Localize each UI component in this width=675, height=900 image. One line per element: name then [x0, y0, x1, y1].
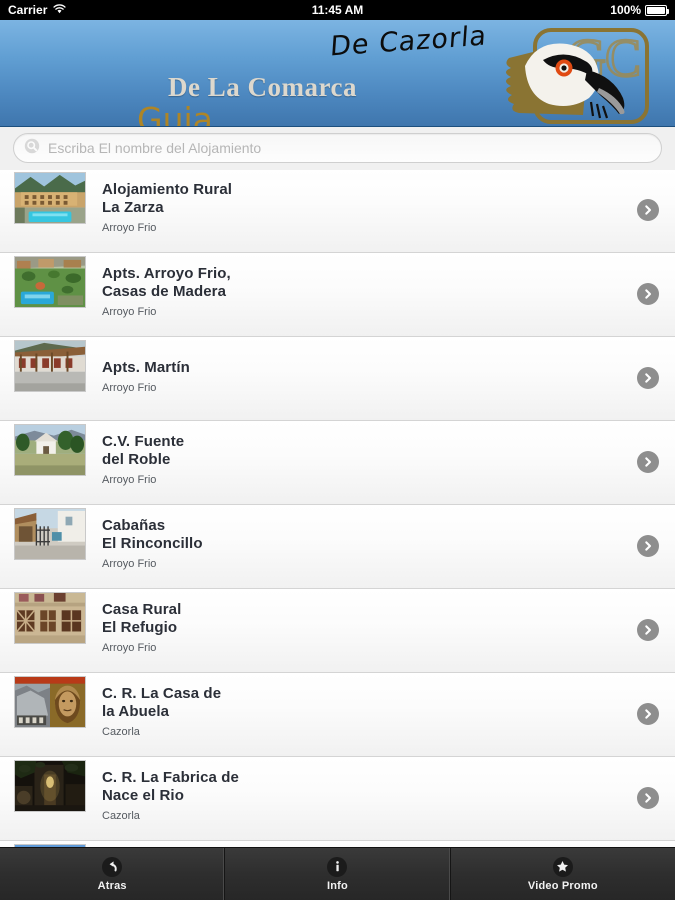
row-thumbnail-image: [14, 676, 86, 728]
row-thumbnail-image: [14, 424, 86, 476]
row-title: la Abuela: [102, 703, 170, 720]
row-subtitle-location: Arroyo Frio: [102, 474, 157, 486]
row-text-block: Apts. Martín Arroyo Frio: [102, 359, 615, 395]
row-text-block: Apts. Arroyo Frio, Casas de Madera Arroyo …: [102, 265, 615, 319]
row-subtitle-location: Arroyo Frio: [102, 306, 157, 318]
row-text-block: Cabañas El Rinconcillo Arroyo Frio: [102, 517, 615, 571]
row-title: C. R. La Casa de: [102, 685, 222, 702]
row-title: Casas de Madera: [102, 283, 227, 300]
row-subtitle-location: Arroyo Frio: [102, 642, 157, 654]
row-thumbnail-image: [14, 508, 86, 560]
row-title: El Rinconcillo: [102, 535, 203, 552]
battery-icon: [645, 4, 669, 16]
search-icon: [24, 138, 40, 159]
row-subtitle-location: Arroyo Frio: [102, 222, 157, 234]
row-title: del Roble: [102, 451, 171, 468]
row-thumbnail-image: [14, 256, 86, 308]
row-text-block: C. R. La Casa de la Abuela Cazorla: [102, 685, 615, 739]
search-placeholder: Escriba El nombre del Alojamiento: [48, 140, 262, 156]
row-text-block: Alojamiento Rural La Zarza Arroyo Frio: [102, 181, 615, 235]
accommodations-scroll-area[interactable]: Alojamiento Rural La Zarza Arroyo Frio Apts…: [0, 168, 675, 848]
row-subtitle-location: Arroyo Frio: [102, 382, 157, 394]
chevron-right-icon[interactable]: [637, 367, 659, 389]
row-title: C. R. La Fabrica de: [102, 769, 239, 786]
row-title: Apts. Arroyo Frio,: [102, 265, 231, 282]
app-header-banner: De Cazorla De La Comarca Guia G C: [0, 20, 675, 127]
table-row[interactable]: Cabañas El Rinconcillo Arroyo Frio: [0, 505, 675, 589]
toolbar-button-video-promo[interactable]: Video Promo: [451, 848, 675, 900]
row-thumbnail-image: [14, 760, 86, 812]
bearded-vulture-logo: G C: [506, 27, 649, 124]
svg-text:C: C: [605, 28, 641, 88]
battery-fill: [647, 6, 665, 14]
toolbar-button-label: Video Promo: [527, 879, 598, 892]
chevron-right-icon[interactable]: [637, 451, 659, 473]
row-text-block: C.V. Fuente del Roble Arroyo Frio: [102, 433, 615, 487]
chevron-right-icon[interactable]: [637, 283, 659, 305]
battery-percent-label: 100%: [610, 3, 641, 17]
chevron-right-icon[interactable]: [637, 703, 659, 725]
row-thumbnail-image: [14, 340, 86, 392]
star-icon: [552, 856, 573, 877]
search-input[interactable]: Escriba El nombre del Alojamiento: [13, 133, 662, 163]
chevron-right-icon[interactable]: [637, 535, 659, 557]
row-thumbnail-image: [14, 592, 86, 644]
header-title-guia: Guia: [137, 100, 213, 127]
status-bar: Carrier 11:45 AM 100%: [0, 0, 675, 20]
accommodations-list: Alojamiento Rural La Zarza Arroyo Frio Apts…: [0, 168, 675, 848]
row-title: C.V. Fuente: [102, 433, 185, 450]
row-title: Alojamiento Rural: [102, 181, 233, 198]
wifi-icon: [53, 3, 66, 17]
status-bar-right: 100%: [363, 3, 675, 17]
row-thumbnail-image: [14, 172, 86, 224]
table-row[interactable]: Casa Rural El Refugio Arroyo Frio: [0, 589, 675, 673]
row-title: Cabañas: [102, 517, 166, 534]
row-title: Nace el Rio: [102, 787, 184, 804]
info-icon: [327, 856, 348, 877]
table-row[interactable]: C.V. Fuente del Roble Arroyo Frio: [0, 421, 675, 505]
chevron-right-icon[interactable]: [637, 787, 659, 809]
table-row[interactable]: Apts. Martín Arroyo Frio: [0, 337, 675, 421]
row-text-block: C. R. La Fabrica de Nace el Rio Cazorla: [102, 769, 615, 823]
carrier-label: Carrier: [8, 3, 48, 17]
app-root: Carrier 11:45 AM 100% De Cazorla De La C…: [0, 0, 675, 900]
chevron-right-icon[interactable]: [637, 199, 659, 221]
toolbar-button-atras[interactable]: Atras: [0, 848, 226, 900]
clock: 11:45 AM: [311, 3, 364, 17]
header-title-de-la-comarca: De La Comarca: [168, 72, 357, 102]
header-title-de-cazorla: De Cazorla: [329, 20, 489, 63]
row-title: El Refugio: [102, 619, 178, 636]
bottom-toolbar: Atras Info Video Promo: [0, 847, 675, 900]
row-subtitle-location: Arroyo Frio: [102, 558, 157, 570]
row-title: Casa Rural: [102, 601, 182, 618]
table-row[interactable]: C. R. La Casa de la Abuela Cazorla: [0, 673, 675, 757]
chevron-right-icon[interactable]: [637, 619, 659, 641]
row-subtitle-location: Cazorla: [102, 726, 140, 738]
toolbar-button-info[interactable]: Info: [225, 848, 451, 900]
toolbar-button-label: Atras: [97, 879, 127, 892]
row-title: La Zarza: [102, 199, 164, 216]
toolbar-button-label: Info: [327, 879, 348, 892]
status-bar-left: Carrier: [0, 3, 312, 17]
table-row[interactable]: Apts. Arroyo Frio, Casas de Madera Arroyo …: [0, 253, 675, 337]
table-row[interactable]: C. R. La Fabrica de Nace el Rio Cazorla: [0, 757, 675, 841]
row-subtitle-location: Cazorla: [102, 810, 140, 822]
back-arrow-icon: [102, 856, 123, 877]
search-bar-container: Escriba El nombre del Alojamiento: [0, 126, 675, 170]
table-row[interactable]: Alojamiento Rural La Zarza Arroyo Frio: [0, 169, 675, 253]
row-text-block: Casa Rural El Refugio Arroyo Frio: [102, 601, 615, 655]
row-title: Apts. Martín: [102, 359, 190, 376]
